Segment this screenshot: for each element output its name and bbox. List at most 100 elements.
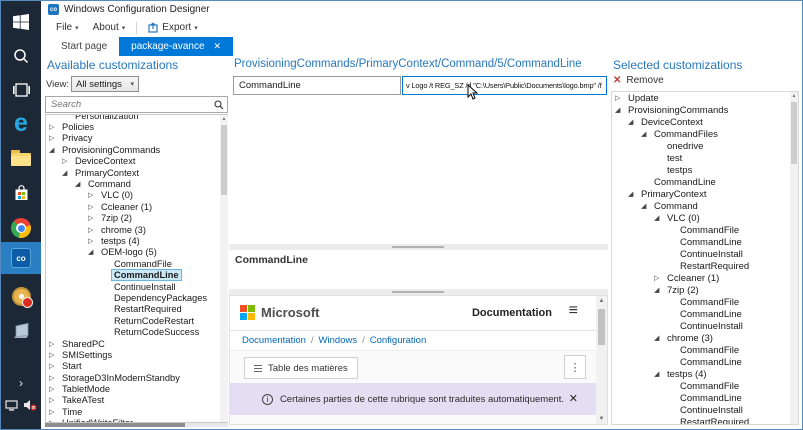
tree-item-vlc-0[interactable]: ◢ VLC (0) xyxy=(612,212,798,224)
close-tab-icon[interactable]: ✕ xyxy=(214,41,222,52)
tree-item-commandfile[interactable]: CommandFile xyxy=(612,344,798,356)
tree-item-continueinstall[interactable]: ContinueInstall xyxy=(612,404,798,416)
scroll-down-icon[interactable]: ▼ xyxy=(596,416,607,422)
tree-item-ccleaner-1[interactable]: ▷ Ccleaner (1) xyxy=(612,272,798,284)
taskbar-item-pc[interactable] xyxy=(1,315,41,347)
collapsed-icon[interactable]: ▷ xyxy=(49,374,60,382)
tree-item-restartrequired[interactable]: RestartRequired xyxy=(46,304,227,315)
collapsed-icon[interactable]: ▷ xyxy=(49,351,60,359)
collapsed-icon[interactable]: ▷ xyxy=(62,157,73,165)
tree-item-devicecontext[interactable]: ◢ DeviceContext xyxy=(612,116,798,128)
tree-item-chrome-3[interactable]: ▷ chrome (3) xyxy=(46,224,227,235)
tree-item-command[interactable]: ◢ Command xyxy=(46,178,227,189)
expanded-icon[interactable]: ◢ xyxy=(654,370,665,378)
hamburger-menu-icon[interactable]: ≡ xyxy=(569,302,578,320)
scrollbar-thumb[interactable] xyxy=(45,423,185,427)
taskbar-item-chrome[interactable] xyxy=(1,212,41,244)
doc-scrollbar[interactable]: ▲ ▼ xyxy=(596,296,607,424)
tree-item-provisioningcommands[interactable]: ◢ ProvisioningCommands xyxy=(612,104,798,116)
expanded-icon[interactable]: ◢ xyxy=(628,190,639,198)
tree-item-commandfile[interactable]: CommandFile xyxy=(612,296,798,308)
tree-item-commandline[interactable]: CommandLine xyxy=(612,308,798,320)
tree-item-restartrequired[interactable]: RestartRequired xyxy=(612,416,798,425)
taskbar-item-edge[interactable]: e xyxy=(1,107,41,139)
tree-item-commandline[interactable]: CommandLine xyxy=(612,392,798,404)
tree-item-personalization[interactable]: Personalization xyxy=(46,115,227,121)
tree-item-provisioningcommands[interactable]: ◢ ProvisioningCommands xyxy=(46,144,227,155)
breadcrumb-item[interactable]: Documentation xyxy=(242,335,306,346)
network-icon[interactable] xyxy=(5,399,18,411)
tree-item-testps-4[interactable]: ▷ testps (4) xyxy=(46,235,227,246)
tree-item-vlc-0[interactable]: ▷ VLC (0) xyxy=(46,190,227,201)
breadcrumb-item[interactable]: Configuration xyxy=(370,335,427,346)
tree-item-testps[interactable]: testps xyxy=(612,164,798,176)
expanded-icon[interactable]: ◢ xyxy=(49,146,60,154)
tree-item-command[interactable]: ◢ Command xyxy=(612,200,798,212)
tree-item-continueinstall[interactable]: ContinueInstall xyxy=(612,320,798,332)
right-tree-scrollbar[interactable]: ▲ xyxy=(790,92,798,424)
expanded-icon[interactable]: ◢ xyxy=(628,118,639,126)
scrollbar-thumb[interactable] xyxy=(791,102,797,164)
tree-item-sharedpc[interactable]: ▷ SharedPC xyxy=(46,338,227,349)
expanded-icon[interactable]: ◢ xyxy=(62,169,73,177)
tab-start-page[interactable]: Start page xyxy=(49,37,119,56)
collapsed-icon[interactable]: ▷ xyxy=(49,396,60,404)
tree-item-primarycontext[interactable]: ◢ PrimaryContext xyxy=(612,188,798,200)
collapsed-icon[interactable]: ▷ xyxy=(49,362,60,370)
volume-muted-icon[interactable] xyxy=(23,399,37,411)
expanded-icon[interactable]: ◢ xyxy=(88,248,99,256)
menu-file[interactable]: File ▾ xyxy=(49,20,86,35)
tree-item-returncodesuccess[interactable]: ReturnCodeSuccess xyxy=(46,326,227,337)
tree-item-restartrequired[interactable]: RestartRequired xyxy=(612,260,798,272)
doc-header-documentation-label[interactable]: Documentation xyxy=(472,307,552,319)
collapsed-icon[interactable]: ▷ xyxy=(49,385,60,393)
collapsed-icon[interactable]: ▷ xyxy=(49,408,60,416)
tree-item-privacy[interactable]: ▷ Privacy xyxy=(46,133,227,144)
tree-item-update[interactable]: ▷ Update xyxy=(612,92,798,104)
collapsed-icon[interactable]: ▷ xyxy=(88,237,99,245)
tree-item-7zip-2[interactable]: ◢ 7zip (2) xyxy=(612,284,798,296)
tree-item-primarycontext[interactable]: ◢ PrimaryContext xyxy=(46,167,227,178)
tree-item-tabletmode[interactable]: ▷ TabletMode xyxy=(46,383,227,394)
close-notice-icon[interactable]: ✕ xyxy=(569,392,578,405)
tree-item-continueinstall[interactable]: ContinueInstall xyxy=(612,248,798,260)
taskbar-item-file-explorer[interactable] xyxy=(1,142,41,174)
start-button[interactable] xyxy=(1,6,41,38)
tree-item-storaged3inmodernstandby[interactable]: ▷ StorageD3InModernStandby xyxy=(46,372,227,383)
collapsed-icon[interactable]: ▷ xyxy=(654,274,665,282)
commandline-field-label[interactable]: CommandLine xyxy=(233,76,401,95)
tree-item-returncoderestart[interactable]: ReturnCodeRestart xyxy=(46,315,227,326)
expanded-icon[interactable]: ◢ xyxy=(615,106,626,114)
collapsed-icon[interactable]: ▷ xyxy=(49,134,60,142)
tree-item-commandline[interactable]: CommandLine xyxy=(612,236,798,248)
tree-item-onedrive[interactable]: onedrive xyxy=(612,140,798,152)
tree-item-policies[interactable]: ▷ Policies xyxy=(46,121,227,132)
breadcrumb-item[interactable]: Windows xyxy=(319,335,358,346)
collapsed-icon[interactable]: ▷ xyxy=(49,123,60,131)
expanded-icon[interactable]: ◢ xyxy=(641,130,652,138)
hidden-icons-chevron[interactable]: › xyxy=(1,373,41,393)
taskbar-item-store[interactable] xyxy=(1,177,41,209)
microsoft-wordmark[interactable]: Microsoft xyxy=(261,305,320,320)
left-tree-hscrollbar[interactable] xyxy=(45,423,228,427)
splitter-upper[interactable] xyxy=(229,244,608,250)
tree-item-commandfiles[interactable]: ◢ CommandFiles xyxy=(612,128,798,140)
search-input[interactable] xyxy=(49,98,209,111)
collapsed-icon[interactable]: ▷ xyxy=(615,94,626,102)
expanded-icon[interactable]: ◢ xyxy=(654,286,665,294)
tree-item-oem-logo-5[interactable]: ◢ OEM-logo (5) xyxy=(46,247,227,258)
tree-item-ccleaner-1[interactable]: ▷ Ccleaner (1) xyxy=(46,201,227,212)
taskbar-item-media-disc[interactable] xyxy=(1,280,41,312)
tree-item-continueinstall[interactable]: ContinueInstall xyxy=(46,281,227,292)
tree-item-7zip-2[interactable]: ▷ 7zip (2) xyxy=(46,213,227,224)
tree-item-start[interactable]: ▷ Start xyxy=(46,361,227,372)
remove-button[interactable]: ✕ Remove xyxy=(613,75,664,86)
table-of-contents-button[interactable]: Table des matières xyxy=(244,357,358,379)
scrollbar-thumb[interactable] xyxy=(221,125,227,195)
collapsed-icon[interactable]: ▷ xyxy=(88,203,99,211)
tree-item-time[interactable]: ▷ Time xyxy=(46,406,227,417)
left-tree-scrollbar[interactable]: ▲ xyxy=(220,115,228,422)
tree-item-commandline[interactable]: CommandLine xyxy=(46,269,227,282)
taskbar-item-wcd-active[interactable]: co xyxy=(1,242,41,274)
collapsed-icon[interactable]: ▷ xyxy=(88,214,99,222)
